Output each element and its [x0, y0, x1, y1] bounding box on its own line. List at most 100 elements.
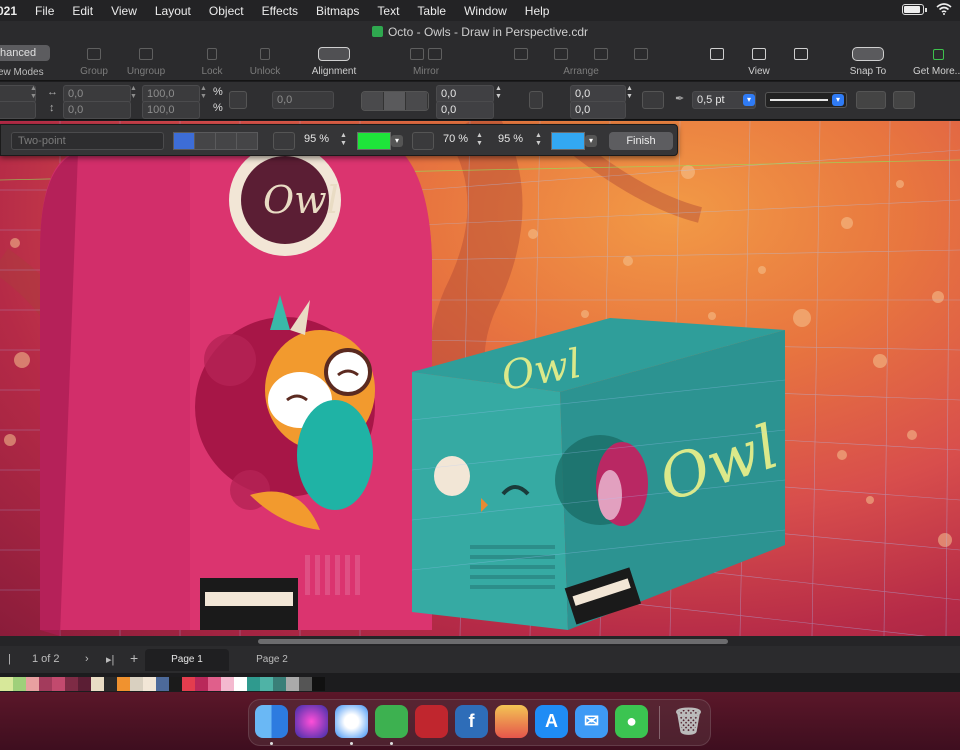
app-store-icon[interactable]: A	[535, 705, 568, 738]
menu-effects[interactable]: Effects	[253, 4, 307, 18]
palette-swatch[interactable]	[52, 677, 65, 691]
corner-pos-spinner[interactable]: ▲ ▼	[625, 85, 634, 103]
scale-spinner[interactable]: ▲ ▼	[199, 85, 208, 103]
grid-left-icon[interactable]	[273, 132, 295, 150]
corner-type-segment[interactable]	[361, 91, 429, 111]
arrange-group[interactable]: Arrange	[500, 43, 662, 77]
tab-page-2[interactable]: Page 2	[230, 649, 314, 671]
last-page-icon[interactable]: ▸|	[106, 653, 114, 666]
palette-swatch[interactable]	[156, 677, 169, 691]
tab-page-1[interactable]: Page 1	[145, 649, 229, 671]
safari-icon[interactable]	[335, 705, 368, 738]
palette-swatch[interactable]	[312, 677, 325, 691]
palette-swatch[interactable]	[169, 677, 182, 691]
rotation-field[interactable]: 0,0	[272, 91, 334, 109]
view-group[interactable]: View	[700, 43, 818, 77]
coreldraw-icon[interactable]	[375, 705, 408, 738]
height-field[interactable]: 0,0	[63, 101, 131, 119]
arrowhead-select[interactable]	[856, 91, 886, 109]
wifi-icon[interactable]	[936, 3, 952, 15]
menu-edit[interactable]: Edit	[63, 4, 102, 18]
menu-view[interactable]: View	[102, 4, 146, 18]
menu-table[interactable]: Table	[408, 4, 455, 18]
line-style-dropdown[interactable]: ▾	[832, 94, 844, 106]
palette-swatch[interactable]	[260, 677, 273, 691]
right-color-dropdown[interactable]: ▾	[585, 135, 597, 147]
depth-b-spinner[interactable]: ▲ ▼	[534, 132, 543, 150]
plane-front-icon[interactable]	[173, 132, 195, 150]
ungroup-button[interactable]: Ungroup	[125, 43, 167, 77]
group-button[interactable]: Group	[78, 43, 110, 77]
trash-icon[interactable]: 🗑	[672, 705, 705, 738]
corner-spinner[interactable]: ▲ ▼	[494, 85, 503, 103]
palette-swatch[interactable]	[130, 677, 143, 691]
palette-swatch[interactable]	[104, 677, 117, 691]
snap-to-button[interactable]: Snap To	[846, 43, 890, 77]
size-spinner[interactable]: ▲ ▼	[129, 85, 138, 103]
corner-lock-icon[interactable]	[529, 91, 543, 109]
lock-ratio-icon[interactable]	[229, 91, 247, 109]
view-mode-select[interactable]: hanced	[0, 45, 50, 61]
left-grid-color[interactable]	[357, 132, 391, 150]
palette-swatch[interactable]	[221, 677, 234, 691]
scallop-corner-icon[interactable]	[384, 92, 406, 110]
add-page-button[interactable]: +	[130, 650, 138, 666]
plane-right-icon[interactable]	[215, 132, 237, 150]
menu-text[interactable]: Text	[368, 4, 408, 18]
font-book-icon[interactable]: f	[455, 705, 488, 738]
palette-swatch[interactable]	[65, 677, 78, 691]
grid-right-icon[interactable]	[412, 132, 434, 150]
menu-layout[interactable]: Layout	[146, 4, 200, 18]
scale-height-field[interactable]: 100,0	[142, 101, 200, 119]
corner-pos-b[interactable]: 0,0	[570, 101, 626, 119]
palette-swatch[interactable]	[247, 677, 260, 691]
next-page-icon[interactable]: ›	[85, 653, 89, 665]
menu-bitmaps[interactable]: Bitmaps	[307, 4, 368, 18]
palette-swatch[interactable]	[117, 677, 130, 691]
palette-swatch[interactable]	[39, 677, 52, 691]
menu-file[interactable]: File	[26, 4, 63, 18]
siri-icon[interactable]	[295, 705, 328, 738]
battery-icon[interactable]	[902, 3, 927, 15]
alignment-button[interactable]: Alignment	[310, 43, 358, 77]
right-grid-color[interactable]	[551, 132, 585, 150]
palette-swatch[interactable]	[0, 677, 13, 691]
palette-swatch[interactable]	[91, 677, 104, 691]
menu-object[interactable]: Object	[200, 4, 253, 18]
depth-b-field[interactable]: 95 %	[498, 133, 523, 145]
finish-button[interactable]: Finish	[609, 132, 673, 150]
menu-window[interactable]: Window	[455, 4, 516, 18]
outline-width-dropdown[interactable]: ▾	[743, 94, 755, 106]
get-more-button[interactable]: Get More...	[912, 43, 960, 77]
round-corner-icon[interactable]	[362, 92, 384, 110]
depth-a-spinner[interactable]: ▲ ▼	[475, 132, 484, 150]
palette-swatch[interactable]	[26, 677, 39, 691]
menu-help[interactable]: Help	[516, 4, 559, 18]
plane-left-icon[interactable]	[194, 132, 216, 150]
palette-swatch[interactable]	[182, 677, 195, 691]
palette-swatch[interactable]	[299, 677, 312, 691]
palette-swatch[interactable]	[208, 677, 221, 691]
chamfer-corner-icon[interactable]	[406, 92, 428, 110]
palette-swatch[interactable]	[273, 677, 286, 691]
plane-top-icon[interactable]	[236, 132, 258, 150]
relative-corner-icon[interactable]	[642, 91, 664, 109]
text-wrap-icon[interactable]	[893, 91, 915, 109]
horizontal-scrollbar[interactable]	[0, 636, 960, 646]
palette-swatch[interactable]	[195, 677, 208, 691]
app-menu[interactable]: 021	[0, 4, 26, 18]
perspective-mode-select[interactable]: Two-point	[11, 132, 164, 150]
palette-swatch[interactable]	[234, 677, 247, 691]
palette-swatch[interactable]	[143, 677, 156, 691]
left-grid-opacity[interactable]: 95 %	[304, 133, 329, 145]
unlock-button[interactable]: Unlock	[247, 43, 283, 77]
perspective-plane-segment[interactable]	[173, 132, 258, 150]
palette-swatch[interactable]	[286, 677, 299, 691]
left-color-dropdown[interactable]: ▾	[391, 135, 403, 147]
messages-icon[interactable]: ●	[615, 705, 648, 738]
drawing-canvas[interactable]: Owl Owl Owl	[0, 121, 960, 636]
palette-swatch[interactable]	[78, 677, 91, 691]
lock-button[interactable]: Lock	[197, 43, 227, 77]
launchpad-icon[interactable]	[495, 705, 528, 738]
left-opacity-spinner[interactable]: ▲ ▼	[339, 132, 348, 150]
